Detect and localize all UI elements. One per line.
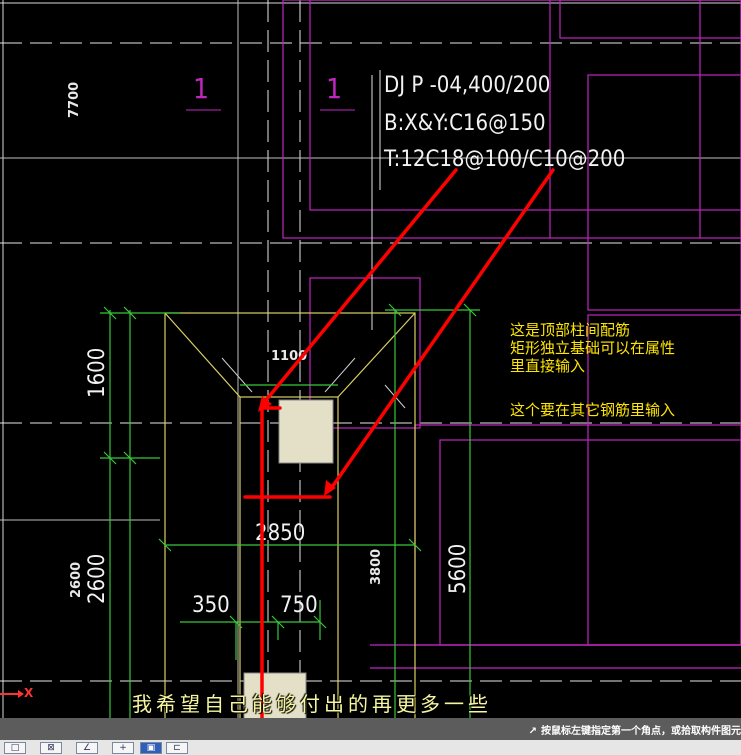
bottom-toolbar: □ ⊠ ∠ + ▣ ⊏	[0, 740, 741, 755]
ortho-button[interactable]: ⊏	[166, 742, 188, 754]
rect-select-button[interactable]: □	[4, 742, 26, 754]
dim-7700: 7700	[67, 82, 82, 118]
dim-350: 350	[192, 593, 230, 618]
dim-750: 750	[280, 593, 318, 618]
note-line-4: 这个要在其它钢筋里输入	[510, 401, 676, 419]
angle-button[interactable]: ∠	[76, 742, 98, 754]
dim-5600: 5600	[446, 544, 471, 594]
foundation-label-line2: B:X&Y:C16@150	[384, 111, 546, 136]
note-line-1: 这是顶部柱间配筋	[510, 321, 631, 339]
cross-select-button[interactable]: ⊠	[40, 742, 62, 754]
note-line-2: 矩形独立基础可以在属性	[510, 339, 676, 357]
axis-x-label: X	[24, 686, 34, 700]
cursor-hint-icon: ↗	[528, 726, 537, 737]
snap-button[interactable]: ▣	[140, 742, 162, 754]
dim-2600-bold: 2600	[69, 562, 84, 598]
dim-2600: 2600	[85, 554, 110, 604]
note-line-3: 里直接输入	[510, 357, 586, 375]
status-hint-text: 按鼠标左键指定第一个角点，或拾取构件图元	[541, 726, 741, 737]
foundation-label-line1: DJ P -04,400/200	[384, 73, 550, 98]
cad-canvas[interactable]: 1 1 7700 DJ P -04,400/200 B:X&Y:C16@150 …	[0, 0, 741, 755]
canvas-background	[0, 0, 741, 755]
video-subtitle: 我希望自己能够付出的再更多一些	[132, 692, 492, 716]
add-button[interactable]: +	[112, 742, 134, 754]
axis-label-2: 1	[326, 72, 342, 105]
axis-label-1: 1	[193, 72, 209, 105]
status-bar: ↗ 按鼠标左键指定第一个角点，或拾取构件图元	[0, 718, 741, 740]
dim-3800: 3800	[369, 549, 384, 585]
foundation-label-line3: T:12C18@100/C10@200	[383, 147, 625, 172]
column-block[interactable]	[278, 399, 334, 464]
dim-1600: 1600	[85, 348, 110, 398]
status-hint: ↗ 按鼠标左键指定第一个角点，或拾取构件图元	[529, 722, 741, 737]
